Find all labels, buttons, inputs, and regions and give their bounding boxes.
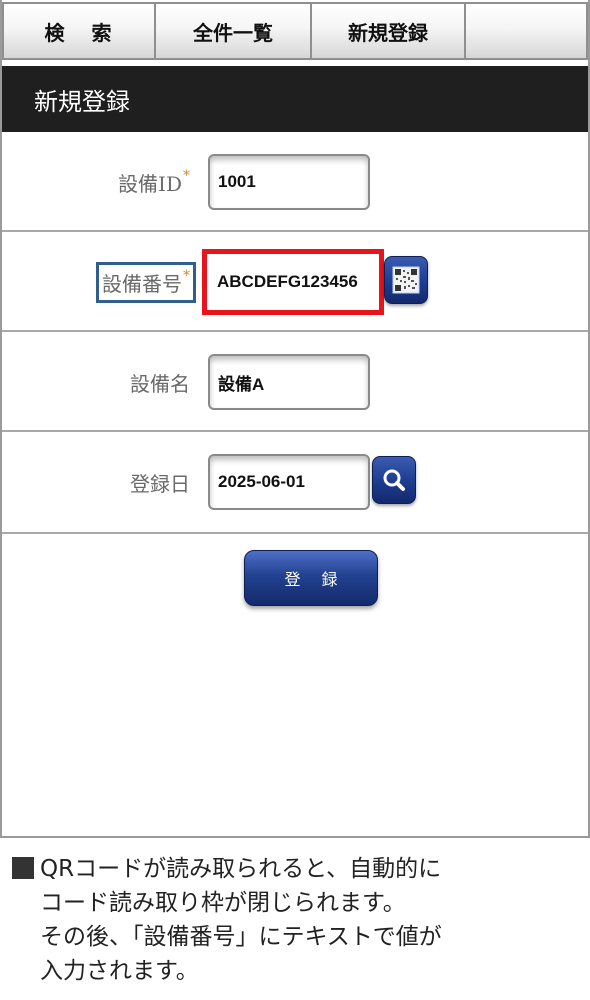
caption: QRコードが読み取られると、自動的に コード読み取り枠が閉じられます。 その後、…	[12, 852, 582, 988]
required-mark: *	[183, 168, 190, 184]
tab-empty	[466, 2, 588, 60]
caption-line: 入力されます。	[40, 958, 199, 984]
app-frame: 検 索 全件一覧 新規登録 新規登録 設備ID* 設備番号*	[0, 0, 590, 838]
registration-date-row: 登録日	[2, 432, 588, 534]
qr-scan-button[interactable]	[384, 256, 428, 304]
date-search-button[interactable]	[372, 456, 416, 504]
bullet-square-icon	[12, 857, 34, 879]
equipment-name-input[interactable]	[208, 354, 370, 410]
equipment-number-row: 設備番号*	[2, 232, 588, 332]
equipment-name-label: 設備名	[130, 372, 190, 396]
tab-bar: 検 索 全件一覧 新規登録	[2, 0, 588, 62]
equipment-id-input[interactable]	[208, 154, 370, 210]
caption-line: コード読み取り枠が閉じられます。	[40, 890, 406, 916]
registration-date-input[interactable]	[208, 454, 370, 510]
tab-new-registration[interactable]: 新規登録	[312, 2, 466, 60]
registration-date-label: 登録日	[130, 472, 190, 496]
equipment-name-row: 設備名	[2, 332, 588, 432]
equipment-id-row: 設備ID*	[2, 132, 588, 232]
caption-line: その後、「設備番号」にテキストで値が	[40, 924, 442, 950]
caption-line: QRコードが読み取られると、自動的に	[40, 856, 442, 882]
qr-code-icon	[392, 266, 420, 294]
tab-search[interactable]: 検 索	[2, 2, 156, 60]
equipment-number-label: 設備番号*	[96, 262, 196, 303]
equipment-id-label: 設備ID*	[118, 168, 190, 196]
tab-list-all[interactable]: 全件一覧	[156, 2, 312, 60]
equipment-number-input[interactable]	[202, 249, 384, 315]
register-button[interactable]: 登 録	[244, 550, 378, 606]
page-title: 新規登録	[2, 66, 588, 132]
required-mark: *	[183, 268, 190, 284]
search-icon	[383, 469, 405, 491]
